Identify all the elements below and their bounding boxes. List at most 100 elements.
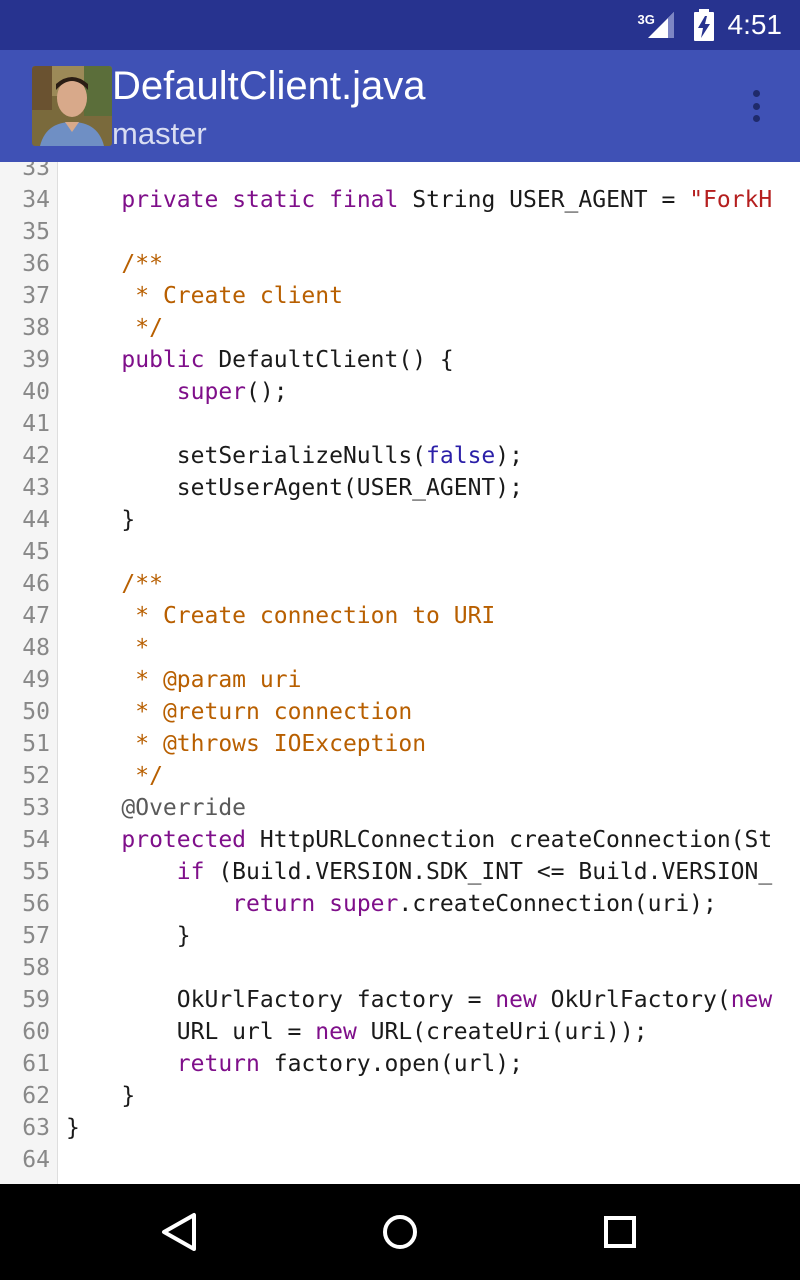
code-token: /** <box>121 251 163 277</box>
user-avatar[interactable] <box>32 66 112 146</box>
status-icons: 3G 4:51 <box>638 0 783 50</box>
code-line: 50 * @return connection <box>0 696 800 728</box>
line-number: 60 <box>22 1019 50 1045</box>
code-token: } <box>66 507 136 533</box>
code-token: return <box>232 891 316 917</box>
code-token: */ <box>135 315 163 341</box>
line-number: 38 <box>22 315 50 341</box>
code-text: @Override <box>66 792 246 824</box>
code-text: /** <box>66 568 163 600</box>
code-line: 57 } <box>0 920 800 952</box>
code-text: private static final String USER_AGENT =… <box>66 184 772 216</box>
line-number: 62 <box>22 1083 50 1109</box>
line-number: 36 <box>22 251 50 277</box>
code-token: URL url = <box>66 1019 316 1045</box>
code-text: setUserAgent(USER_AGENT); <box>66 472 523 504</box>
code-token: "ForkH <box>689 187 773 213</box>
code-token: } <box>66 1115 80 1141</box>
line-number: 37 <box>22 283 50 309</box>
code-token: * Create connection to URI <box>135 603 496 629</box>
code-token: OkUrlFactory( <box>536 987 731 1013</box>
code-line: 61 return factory.open(url); <box>0 1048 800 1080</box>
code-line: 63} <box>0 1112 800 1144</box>
code-line: 44 } <box>0 504 800 536</box>
cell-signal-icon: 3G <box>638 10 678 40</box>
navigation-bar <box>0 1184 800 1280</box>
code-token: setUserAgent(USER_AGENT); <box>66 475 523 501</box>
recents-icon[interactable] <box>596 1208 644 1256</box>
code-token: } <box>66 1083 136 1109</box>
line-number: 53 <box>22 795 50 821</box>
home-icon[interactable] <box>376 1208 424 1256</box>
overflow-dot <box>752 102 760 110</box>
line-number: 56 <box>22 891 50 917</box>
code-token: setSerializeNulls( <box>66 443 427 469</box>
more-vert-icon[interactable] <box>736 84 776 128</box>
line-number: 40 <box>22 379 50 405</box>
code-line: 43 setUserAgent(USER_AGENT); <box>0 472 800 504</box>
line-number: 59 <box>22 987 50 1013</box>
code-token: ); <box>495 443 523 469</box>
line-number: 45 <box>22 539 50 565</box>
status-bar: 3G 4:51 <box>0 0 800 50</box>
code-token: private <box>121 187 219 213</box>
code-line: 37 * Create client <box>0 280 800 312</box>
code-token: static <box>232 187 316 213</box>
avatar-photo-icon <box>32 66 112 146</box>
code-viewer[interactable]: 33 34 private static final String USER_AG… <box>0 162 800 1184</box>
code-token: * @throws IOException <box>135 731 427 757</box>
code-token: final <box>329 187 399 213</box>
code-line: 40 super(); <box>0 376 800 408</box>
code-line: 64 <box>0 1144 800 1176</box>
line-number: 35 <box>22 219 50 245</box>
code-token: new <box>495 987 537 1013</box>
code-line: 33 <box>0 162 800 184</box>
code-token: new <box>730 987 773 1013</box>
line-number: 34 <box>22 187 50 213</box>
code-text: if (Build.VERSION.SDK_INT <= Build.VERSI… <box>66 856 772 888</box>
code-token: false <box>426 443 496 469</box>
code-token: } <box>66 923 191 949</box>
line-number: 42 <box>22 443 50 469</box>
code-text: URL url = new URL(createUri(uri)); <box>66 1016 648 1048</box>
code-token: DefaultClient() { <box>204 347 454 373</box>
code-token: if <box>176 859 205 885</box>
code-text: return super.createConnection(uri); <box>66 888 717 920</box>
code-line: 45 <box>0 536 800 568</box>
line-number: 49 <box>22 667 50 693</box>
code-line: 59 OkUrlFactory factory = new OkUrlFacto… <box>0 984 800 1016</box>
code-line: 39 public DefaultClient() { <box>0 344 800 376</box>
code-text: protected HttpURLConnection createConnec… <box>66 824 772 856</box>
code-line: 62 } <box>0 1080 800 1112</box>
line-number: 52 <box>22 763 50 789</box>
status-clock: 4:51 <box>727 9 783 40</box>
code-token: super <box>176 379 247 405</box>
line-number: 63 <box>22 1115 50 1141</box>
code-line: 47 * Create connection to URI <box>0 600 800 632</box>
code-text: } <box>66 1112 80 1144</box>
code-text: super(); <box>66 376 288 408</box>
code-text: public DefaultClient() { <box>66 344 454 376</box>
code-line: 38 */ <box>0 312 800 344</box>
line-number: 55 <box>22 859 50 885</box>
code-text: * <box>66 632 149 664</box>
code-token: String USER_AGENT = <box>398 187 690 213</box>
back-icon[interactable] <box>156 1208 204 1256</box>
code-line: 58 <box>0 952 800 984</box>
code-text: */ <box>66 312 163 344</box>
code-line: 42 setSerializeNulls(false); <box>0 440 800 472</box>
branch-subtitle: master <box>112 116 207 151</box>
code-line: 54 protected HttpURLConnection createCon… <box>0 824 800 856</box>
code-text: return factory.open(url); <box>66 1048 523 1080</box>
app-bar: DefaultClient.java master <box>0 50 800 162</box>
code-token: protected <box>121 827 247 853</box>
code-text: */ <box>66 760 163 792</box>
